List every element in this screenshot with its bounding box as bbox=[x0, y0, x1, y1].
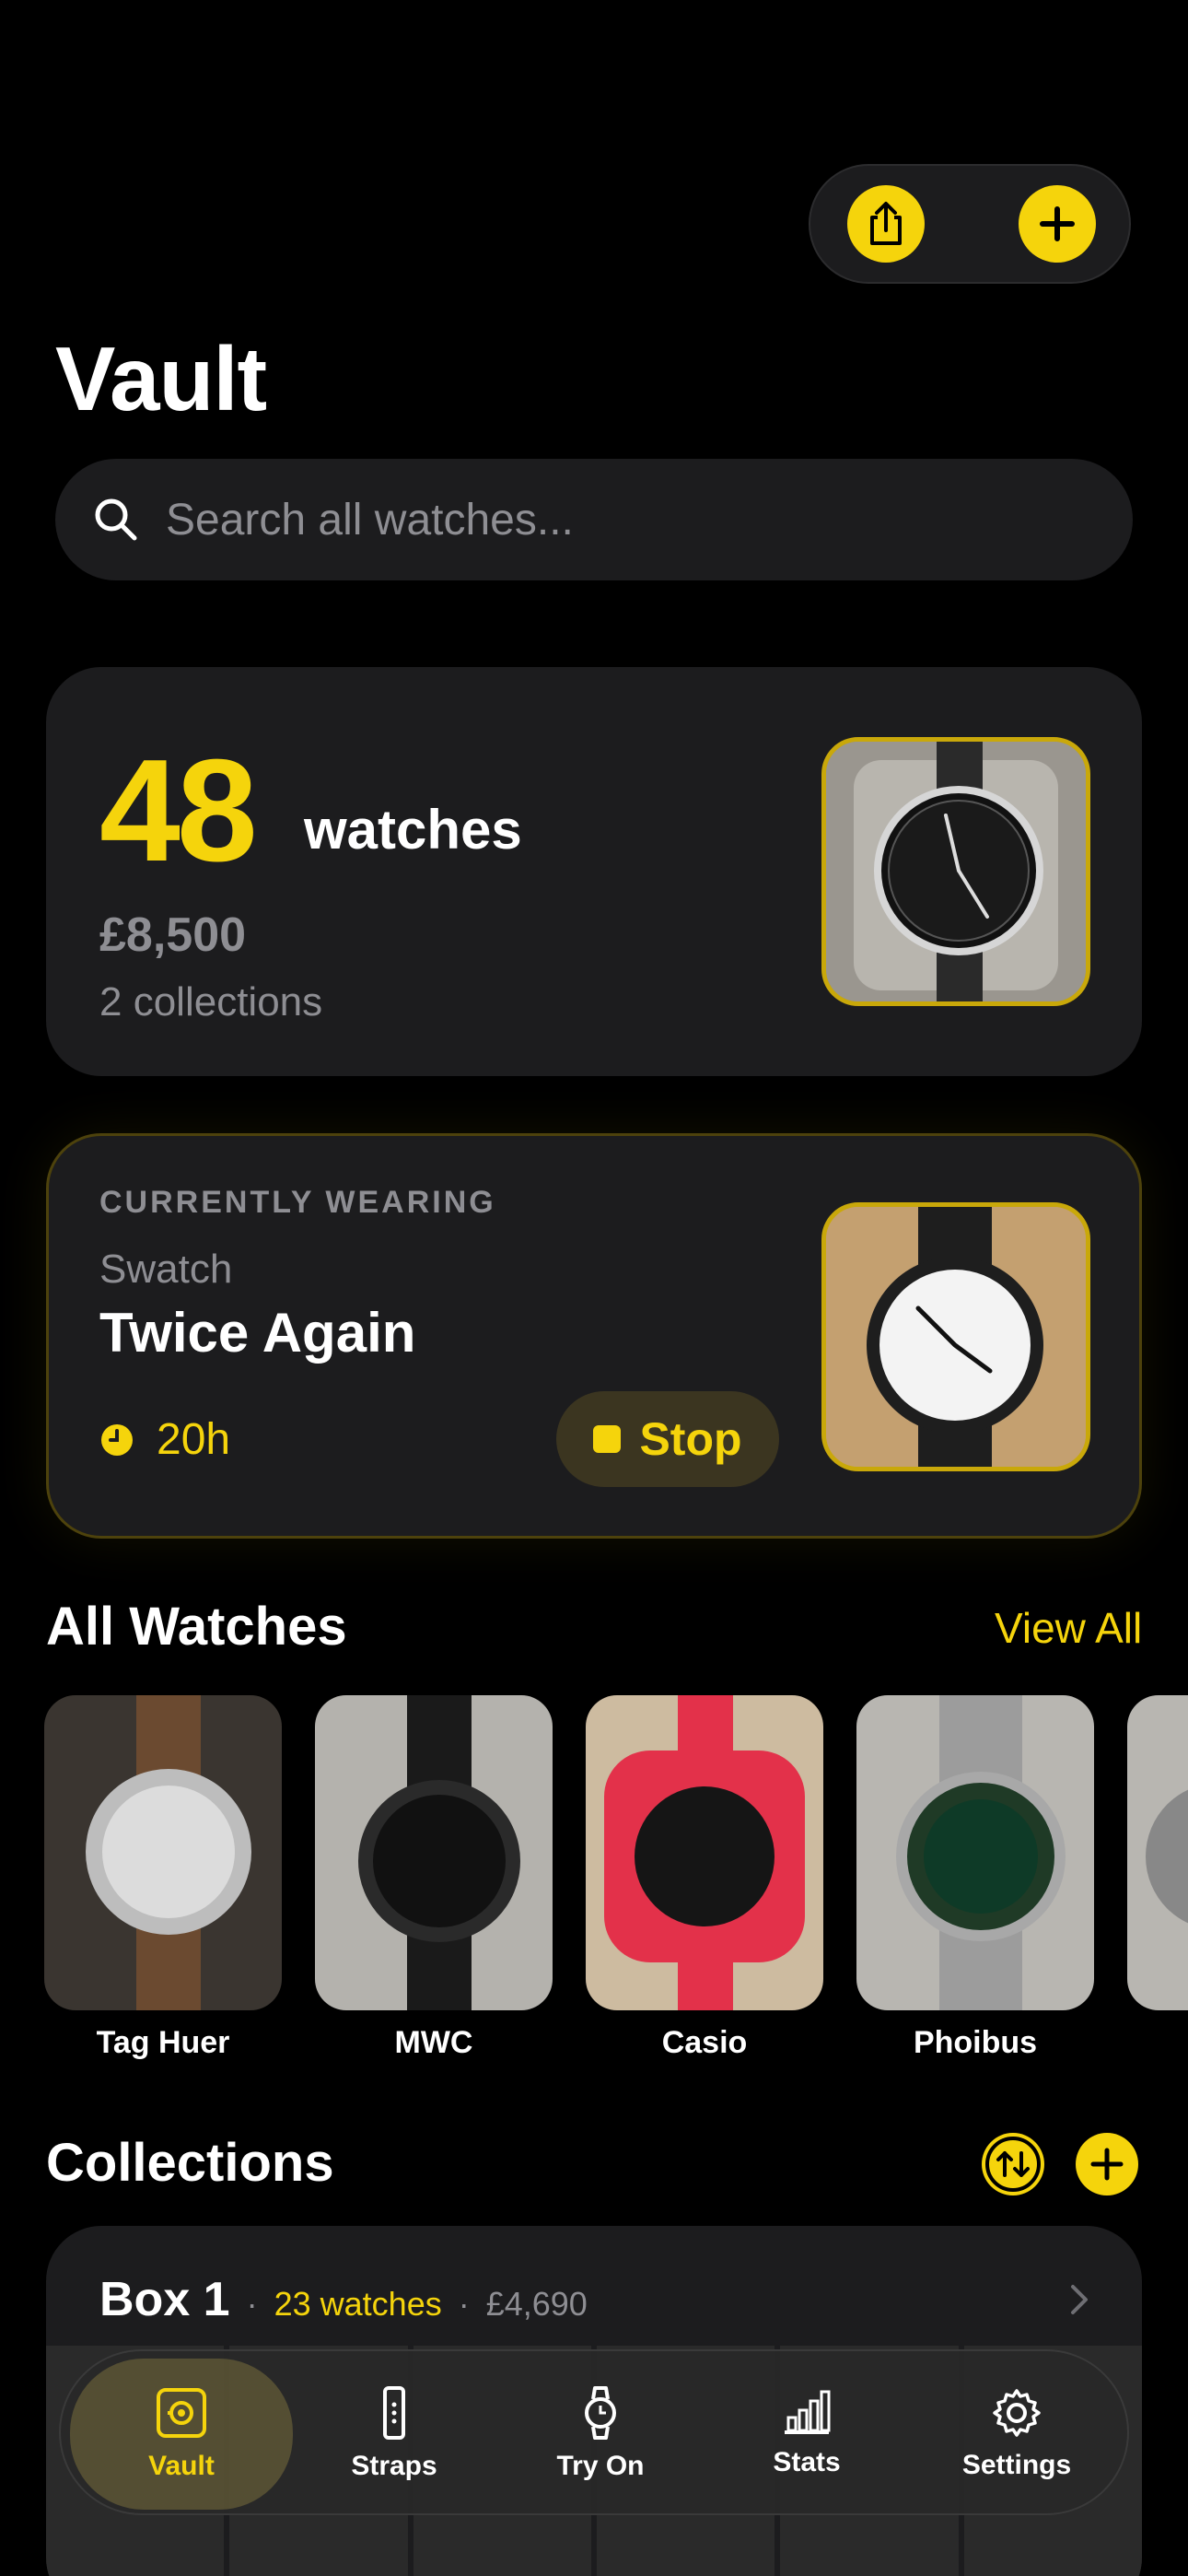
watch-icon bbox=[585, 2386, 616, 2440]
stop-wearing-button[interactable]: Stop bbox=[556, 1391, 779, 1487]
tab-vault[interactable]: Vault bbox=[70, 2359, 293, 2510]
wearing-model: Twice Again bbox=[99, 1302, 416, 1364]
vault-icon bbox=[157, 2388, 206, 2438]
watch-name: MWC bbox=[394, 2025, 473, 2060]
plus-icon bbox=[1090, 2148, 1124, 2181]
search-bar[interactable] bbox=[55, 459, 1133, 580]
stop-label: Stop bbox=[639, 1413, 742, 1465]
collection-value: £8,500 bbox=[99, 908, 247, 962]
tab-label: Try On bbox=[556, 2451, 645, 2481]
stop-icon bbox=[593, 1425, 622, 1453]
tab-stats[interactable]: Stats bbox=[705, 2351, 908, 2517]
wearing-brand: Swatch bbox=[99, 1247, 233, 1292]
share-icon bbox=[870, 202, 902, 245]
wear-duration-value: 20h bbox=[157, 1415, 231, 1464]
watch-name: Tag Huer bbox=[96, 2025, 230, 2060]
tab-label: Stats bbox=[773, 2447, 841, 2477]
separator: · bbox=[246, 2285, 258, 2323]
watch-card[interactable]: Tag Huer bbox=[44, 1695, 282, 2061]
watch-count: 48 bbox=[99, 730, 258, 892]
collections-title: Collections bbox=[46, 2133, 334, 2193]
watch-card[interactable]: MWC bbox=[315, 1695, 553, 2061]
watch-card[interactable]: Casio bbox=[586, 1695, 823, 2061]
collections-count: 2 collections bbox=[99, 979, 323, 1025]
gear-icon bbox=[993, 2389, 1041, 2437]
watch-image bbox=[1127, 1695, 1188, 2010]
collection-header: Box 1 · 23 watches · £4,690 bbox=[99, 2272, 588, 2327]
wearing-watch-image[interactable] bbox=[821, 1202, 1090, 1471]
featured-watch-image[interactable] bbox=[821, 737, 1090, 1006]
plus-icon bbox=[1040, 206, 1075, 241]
watch-image bbox=[856, 1695, 1094, 2010]
tab-try-on[interactable]: Try On bbox=[499, 2351, 702, 2517]
search-icon bbox=[95, 498, 137, 541]
watch-image bbox=[586, 1695, 823, 2010]
collection-count: 23 watches bbox=[274, 2285, 442, 2323]
seiko-watch-image bbox=[826, 742, 1086, 1001]
tab-label: Settings bbox=[961, 2450, 1072, 2480]
page-title: Vault bbox=[55, 328, 267, 429]
add-watch-button[interactable] bbox=[1019, 185, 1096, 263]
watch-card[interactable]: Phoibus bbox=[856, 1695, 1094, 2061]
tab-settings[interactable]: Settings bbox=[915, 2351, 1118, 2517]
watch-name: Phoibus bbox=[913, 2025, 1038, 2060]
all-watches-title: All Watches bbox=[46, 1597, 347, 1657]
clock-icon bbox=[101, 1423, 133, 1456]
tab-label: Vault bbox=[148, 2451, 215, 2481]
swatch-watch-image bbox=[826, 1207, 1086, 1467]
watch-card-partial[interactable] bbox=[1127, 1695, 1188, 2010]
sort-icon bbox=[985, 2137, 1041, 2192]
watch-image bbox=[315, 1695, 553, 2010]
chevron-right-icon bbox=[1071, 2285, 1088, 2314]
watch-name: Casio bbox=[661, 2025, 748, 2060]
sort-button[interactable] bbox=[982, 2133, 1044, 2195]
add-collection-button[interactable] bbox=[1076, 2133, 1138, 2195]
watch-image bbox=[44, 1695, 282, 2010]
currently-wearing-label: CURRENTLY WEARING bbox=[99, 1185, 496, 1220]
tab-straps[interactable]: Straps bbox=[293, 2351, 495, 2517]
share-button[interactable] bbox=[847, 185, 925, 263]
collection-value: £4,690 bbox=[485, 2285, 588, 2323]
view-all-link[interactable]: View All bbox=[995, 1603, 1142, 1653]
watch-count-label: watches bbox=[304, 799, 522, 861]
wear-duration: 20h bbox=[99, 1414, 230, 1465]
header-actions bbox=[809, 164, 1131, 284]
tab-bar: Vault Straps Try On Stats Settings bbox=[59, 2349, 1129, 2515]
separator: · bbox=[458, 2285, 470, 2323]
collection-name: Box 1 bbox=[99, 2273, 230, 2326]
bar-chart-icon bbox=[785, 2390, 831, 2434]
search-input[interactable] bbox=[166, 494, 1050, 545]
tab-label: Straps bbox=[351, 2451, 437, 2481]
strap-icon bbox=[383, 2386, 405, 2440]
